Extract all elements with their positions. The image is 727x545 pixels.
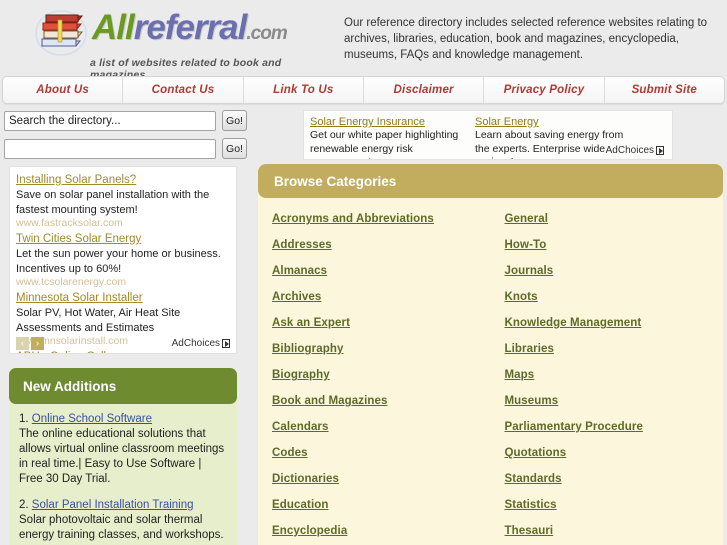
logo-block[interactable]: Allreferral.com a list of websites relat… xyxy=(0,0,336,81)
category-link-acronyms-and-abbreviations[interactable]: Acronyms and Abbreviations xyxy=(272,206,491,232)
adchoices-link[interactable]: AdChoices xyxy=(172,338,230,349)
site-header: Allreferral.com a list of websites relat… xyxy=(0,0,727,81)
nav-item-about-us[interactable]: About Us xyxy=(3,77,124,103)
main-navigation: About Us Contact Us Link To Us Disclaime… xyxy=(2,76,725,104)
top-ad-title[interactable]: Solar Energy Insurance xyxy=(310,115,465,129)
category-link-quotations[interactable]: Quotations xyxy=(505,440,724,466)
category-link-how-to[interactable]: How-To xyxy=(505,232,724,258)
category-link-thesauri[interactable]: Thesauri xyxy=(505,518,724,544)
sidebar-ad-title[interactable]: APU - Online College xyxy=(16,350,230,353)
sidebar-ad-item: APU - Online College 80+ affordable & re… xyxy=(16,350,230,353)
top-adchoices-label: AdChoices xyxy=(605,145,654,156)
category-column-right: General How-To Journals Knots Knowledge … xyxy=(491,206,724,545)
new-addition-link[interactable]: Solar Panel Installation Training xyxy=(32,499,194,511)
site-logo-text: Allreferral.com xyxy=(92,8,288,52)
category-link-knots[interactable]: Knots xyxy=(505,284,724,310)
search-go-button[interactable]: Go! xyxy=(222,110,247,131)
browse-categories-panel: Browse Categories Acronyms and Abbreviat… xyxy=(258,164,723,545)
secondary-search-row: Go! xyxy=(0,138,250,159)
category-link-book-and-magazines[interactable]: Book and Magazines xyxy=(272,388,491,414)
sidebar-ad-pager: ‹ › xyxy=(16,337,44,350)
primary-search-row: Go! xyxy=(0,110,250,131)
category-link-almanacs[interactable]: Almanacs xyxy=(272,258,491,284)
category-link-encyclopedia[interactable]: Encyclopedia xyxy=(272,518,491,544)
sidebar-ad-url: www.tcsolarenergy.com xyxy=(16,276,127,288)
search-input[interactable] xyxy=(4,110,216,131)
nav-item-contact-us[interactable]: Contact Us xyxy=(123,77,244,103)
new-addition-item: 2. Solar Panel Installation Training Sol… xyxy=(19,498,227,543)
sidebar-ad-item: Twin Cities Solar Energy Let the sun pow… xyxy=(16,232,230,289)
logo-row: Allreferral.com xyxy=(32,6,336,56)
sidebar-ad-box: Installing Solar Panels? Save on solar p… xyxy=(9,166,237,354)
category-link-statistics[interactable]: Statistics xyxy=(505,492,724,518)
adchoices-triangle-icon xyxy=(222,339,230,348)
sidebar-ad-title[interactable]: Twin Cities Solar Energy xyxy=(16,232,230,247)
logo-referral-text: referral xyxy=(133,8,248,47)
category-link-calendars[interactable]: Calendars xyxy=(272,414,491,440)
new-addition-desc: Solar photovoltaic and solar thermal ene… xyxy=(19,514,224,541)
sidebar-ad-footer: ‹ › AdChoices xyxy=(16,337,230,350)
top-ad-title[interactable]: Solar Energy xyxy=(475,115,630,129)
category-link-education[interactable]: Education xyxy=(272,492,491,518)
nav-item-privacy-policy[interactable]: Privacy Policy xyxy=(484,77,605,103)
new-addition-number: 1. xyxy=(19,413,29,425)
secondary-search-input[interactable] xyxy=(4,138,216,159)
category-link-ask-an-expert[interactable]: Ask an Expert xyxy=(272,310,491,336)
new-additions-panel: New Additions 1. Online School Software … xyxy=(9,368,237,545)
top-ad-desc: Get our white paper highlighting renewab… xyxy=(310,129,459,159)
category-link-journals[interactable]: Journals xyxy=(505,258,724,284)
top-ad-block: Solar Energy Insurance Get our white pap… xyxy=(303,110,673,160)
new-additions-body: 1. Online School Software The online edu… xyxy=(9,398,237,545)
category-link-biography[interactable]: Biography xyxy=(272,362,491,388)
page-root: Allreferral.com a list of websites relat… xyxy=(0,0,727,545)
ad-next-arrow-icon[interactable]: › xyxy=(31,337,44,350)
category-link-general[interactable]: General xyxy=(505,206,724,232)
sidebar-ad-desc: Solar PV, Hot Water, Air Heat Site Asses… xyxy=(16,307,181,334)
category-link-parliamentary-procedure[interactable]: Parliamentary Procedure xyxy=(505,414,724,440)
category-link-codes[interactable]: Codes xyxy=(272,440,491,466)
secondary-go-button[interactable]: Go! xyxy=(222,138,247,159)
new-addition-item: 1. Online School Software The online edu… xyxy=(19,412,227,487)
new-addition-desc: The online educational solutions that al… xyxy=(19,428,225,485)
site-description: Our reference directory includes selecte… xyxy=(344,17,708,61)
new-addition-number: 2. xyxy=(19,499,29,511)
nav-item-link-to-us[interactable]: Link To Us xyxy=(244,77,364,103)
sidebar-ad-title[interactable]: Installing Solar Panels? xyxy=(16,173,230,188)
logo-com-text: .com xyxy=(246,23,287,44)
category-link-standards[interactable]: Standards xyxy=(505,466,724,492)
new-addition-title-row: 2. Solar Panel Installation Training xyxy=(19,498,227,513)
category-link-maps[interactable]: Maps xyxy=(505,362,724,388)
category-link-libraries[interactable]: Libraries xyxy=(505,336,724,362)
category-link-dictionaries[interactable]: Dictionaries xyxy=(272,466,491,492)
category-link-bibliography[interactable]: Bibliography xyxy=(272,336,491,362)
category-link-museums[interactable]: Museums xyxy=(505,388,724,414)
logo-all-text: All xyxy=(92,8,135,47)
category-link-archives[interactable]: Archives xyxy=(272,284,491,310)
new-addition-link[interactable]: Online School Software xyxy=(32,413,152,425)
category-link-addresses[interactable]: Addresses xyxy=(272,232,491,258)
browse-categories-heading: Browse Categories xyxy=(258,164,723,198)
sidebar-ad-item: Installing Solar Panels? Save on solar p… xyxy=(16,173,230,230)
sidebar-ad-desc: Save on solar panel installation with th… xyxy=(16,189,210,216)
adchoices-triangle-icon xyxy=(656,146,664,155)
new-addition-title-row: 1. Online School Software xyxy=(19,412,227,427)
sidebar-ad-title[interactable]: Minnesota Solar Installer xyxy=(16,291,230,306)
nav-item-submit-site[interactable]: Submit Site xyxy=(605,77,724,103)
top-ad-unit: Solar Energy Insurance Get our white pap… xyxy=(310,115,475,159)
ad-prev-arrow-icon[interactable]: ‹ xyxy=(16,337,29,350)
new-additions-heading: New Additions xyxy=(9,368,237,404)
browse-categories-body: Acronyms and Abbreviations Addresses Alm… xyxy=(258,192,723,545)
top-adchoices-link[interactable]: AdChoices xyxy=(606,145,664,156)
category-link-knowledge-management[interactable]: Knowledge Management xyxy=(505,310,724,336)
sidebar-ad-desc: Let the sun power your home or business.… xyxy=(16,248,221,275)
books-stack-icon xyxy=(32,6,90,56)
adchoices-label: AdChoices xyxy=(171,338,220,349)
nav-item-disclaimer[interactable]: Disclaimer xyxy=(364,77,485,103)
left-sidebar: Go! Go! Installing Solar Panels? Save on… xyxy=(0,110,250,545)
sidebar-ad-url: www.fastracksolar.com xyxy=(16,217,123,229)
category-column-left: Acronyms and Abbreviations Addresses Alm… xyxy=(258,206,491,545)
